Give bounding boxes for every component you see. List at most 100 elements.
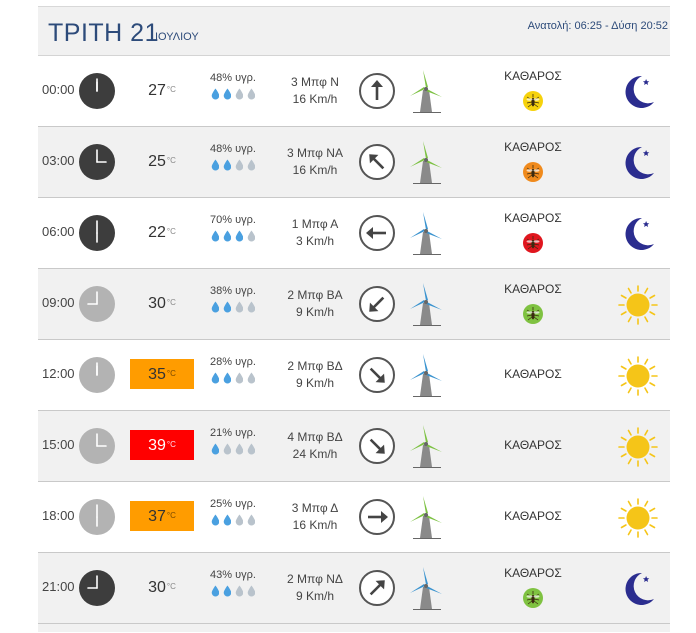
drop-filled-icon <box>211 301 220 313</box>
forecast-panel: ΤΡΙΤΗ 21 ΙΟΥΛΙΟΥ Ανατολή: 06:25 - Δύση 2… <box>38 6 670 633</box>
windmill-icon <box>409 210 445 256</box>
humidity: 25% υγρ. <box>200 498 266 526</box>
arrow-down-left-icon <box>358 285 396 323</box>
condition-label: ΚΑΘΑΡΟΣ <box>504 367 562 381</box>
wind-beaufort: 2 Μπφ ΝΔ <box>287 572 343 586</box>
humidity-value: 48% υγρ. <box>210 72 256 84</box>
drop-filled-icon <box>223 301 232 313</box>
drop-filled-icon <box>211 514 220 526</box>
hourly-rows: 00:00 27°C 48% υγρ. 3 Μπφ Ν 16 Km/h ΚΑΘΑ… <box>38 56 670 624</box>
drop-filled-icon <box>211 372 220 384</box>
wind-beaufort: 1 Μπφ Α <box>291 217 339 231</box>
drop-empty-icon <box>223 443 232 455</box>
hour-row: 09:00 30°C 38% υγρ. 2 Μπφ ΒΑ 9 Km/h ΚΑΘΑ… <box>38 269 670 340</box>
temperature-unit: °C <box>166 298 176 307</box>
condition-label: ΚΑΘΑΡΟΣ <box>504 509 562 523</box>
humidity-value: 28% υγρ. <box>210 356 256 368</box>
humidity-value: 43% υγρ. <box>210 569 256 581</box>
hour-row: 21:00 30°C 43% υγρ. 2 Μπφ ΝΔ 9 Km/h ΚΑΘΑ… <box>38 553 670 624</box>
condition-label: ΚΑΘΑΡΟΣ <box>504 282 562 296</box>
temperature-unit: °C <box>166 227 176 236</box>
wind-speed: 24 Km/h <box>292 447 338 461</box>
condition: ΚΑΘΑΡΟΣ <box>478 69 588 111</box>
day-title: ΤΡΙΤΗ 21 <box>48 19 159 47</box>
arrow-right-icon <box>358 498 396 536</box>
wind-beaufort: 2 Μπφ ΒΑ <box>287 288 343 302</box>
drop-empty-icon <box>235 443 244 455</box>
drop-filled-icon <box>211 443 220 455</box>
wind-speed: 16 Km/h <box>292 92 338 106</box>
wind: 3 Μπφ Ν 16 Km/h <box>270 74 360 108</box>
arrow-down-right-icon <box>358 356 396 394</box>
day-header: ΤΡΙΤΗ 21 ΙΟΥΛΙΟΥ Ανατολή: 06:25 - Δύση 2… <box>38 7 670 56</box>
wind-speed: 9 Km/h <box>295 376 334 390</box>
wind-speed: 9 Km/h <box>295 589 334 603</box>
condition-label: ΚΑΘΑΡΟΣ <box>504 69 562 83</box>
temperature-value: 30 <box>148 579 166 596</box>
temperature-value: 39 <box>148 437 166 454</box>
arrow-up-right-icon <box>358 569 396 607</box>
arrow-left-icon <box>358 214 396 252</box>
wind: 3 Μπφ ΝΑ 16 Km/h <box>270 145 360 179</box>
hour-row: 12:00 35°C 28% υγρ. 2 Μπφ ΒΔ 9 Km/h ΚΑΘΑ… <box>38 340 670 411</box>
condition: ΚΑΘΑΡΟΣ <box>478 509 588 523</box>
drop-filled-icon <box>211 88 220 100</box>
temperature-value: 22 <box>148 224 166 241</box>
clock-icon <box>78 72 116 110</box>
drop-empty-icon <box>247 230 256 242</box>
humidity-drops <box>200 301 266 313</box>
condition-label: ΚΑΘΑΡΟΣ <box>504 140 562 154</box>
arrow-up-icon <box>358 72 396 110</box>
hour-time: 18:00 <box>42 508 75 523</box>
humidity-drops <box>200 372 266 384</box>
windmill-icon <box>409 281 445 327</box>
drop-empty-icon <box>235 372 244 384</box>
wind-speed: 3 Km/h <box>295 234 334 248</box>
hour-row: 06:00 22°C 70% υγρ. 1 Μπφ Α 3 Km/h ΚΑΘΑΡ… <box>38 198 670 269</box>
drop-filled-icon <box>223 159 232 171</box>
humidity-drops <box>200 443 266 455</box>
hour-time: 12:00 <box>42 366 75 381</box>
drop-empty-icon <box>247 159 256 171</box>
wind-speed: 9 Km/h <box>295 305 334 319</box>
wind: 2 Μπφ ΒΔ 9 Km/h <box>270 358 360 392</box>
drop-empty-icon <box>247 514 256 526</box>
moon-icon <box>618 72 658 112</box>
humidity-drops <box>200 514 266 526</box>
sun-icon <box>618 427 658 467</box>
drop-empty-icon <box>235 88 244 100</box>
wind-beaufort: 3 Μπφ Δ <box>291 501 339 515</box>
sun-icon <box>618 498 658 538</box>
sun-icon <box>618 356 658 396</box>
hour-row: 00:00 27°C 48% υγρ. 3 Μπφ Ν 16 Km/h ΚΑΘΑ… <box>38 56 670 127</box>
drop-empty-icon <box>235 159 244 171</box>
hour-row: 18:00 37°C 25% υγρ. 3 Μπφ Δ 16 Km/h ΚΑΘΑ… <box>38 482 670 553</box>
drop-filled-icon <box>211 159 220 171</box>
hour-time: 09:00 <box>42 295 75 310</box>
clock-icon <box>78 356 116 394</box>
sun-icon <box>618 285 658 325</box>
hour-row: 15:00 39°C 21% υγρ. 4 Μπφ ΒΔ 24 Km/h ΚΑΘ… <box>38 411 670 482</box>
drop-empty-icon <box>235 301 244 313</box>
drop-filled-icon <box>223 514 232 526</box>
wind: 3 Μπφ Δ 16 Km/h <box>270 500 360 534</box>
sunrise-sunset: Ανατολή: 06:25 - Δύση 20:52 <box>527 20 668 32</box>
moon-icon <box>618 569 658 609</box>
drop-filled-icon <box>223 372 232 384</box>
condition-label: ΚΑΘΑΡΟΣ <box>504 566 562 580</box>
temperature-value: 27 <box>148 82 166 99</box>
temperature-unit: °C <box>166 440 176 449</box>
wind: 2 Μπφ ΝΔ 9 Km/h <box>270 571 360 605</box>
humidity: 21% υγρ. <box>200 427 266 455</box>
clock-icon <box>78 498 116 536</box>
temperature: 25°C <box>130 146 194 176</box>
temperature: 39°C <box>130 430 194 460</box>
condition: ΚΑΘΑΡΟΣ <box>478 211 588 253</box>
drop-empty-icon <box>247 88 256 100</box>
drop-empty-icon <box>247 372 256 384</box>
temperature: 30°C <box>130 572 194 602</box>
drop-filled-icon <box>223 585 232 597</box>
windmill-icon <box>409 565 445 611</box>
condition-label: ΚΑΘΑΡΟΣ <box>504 438 562 452</box>
temperature: 37°C <box>130 501 194 531</box>
